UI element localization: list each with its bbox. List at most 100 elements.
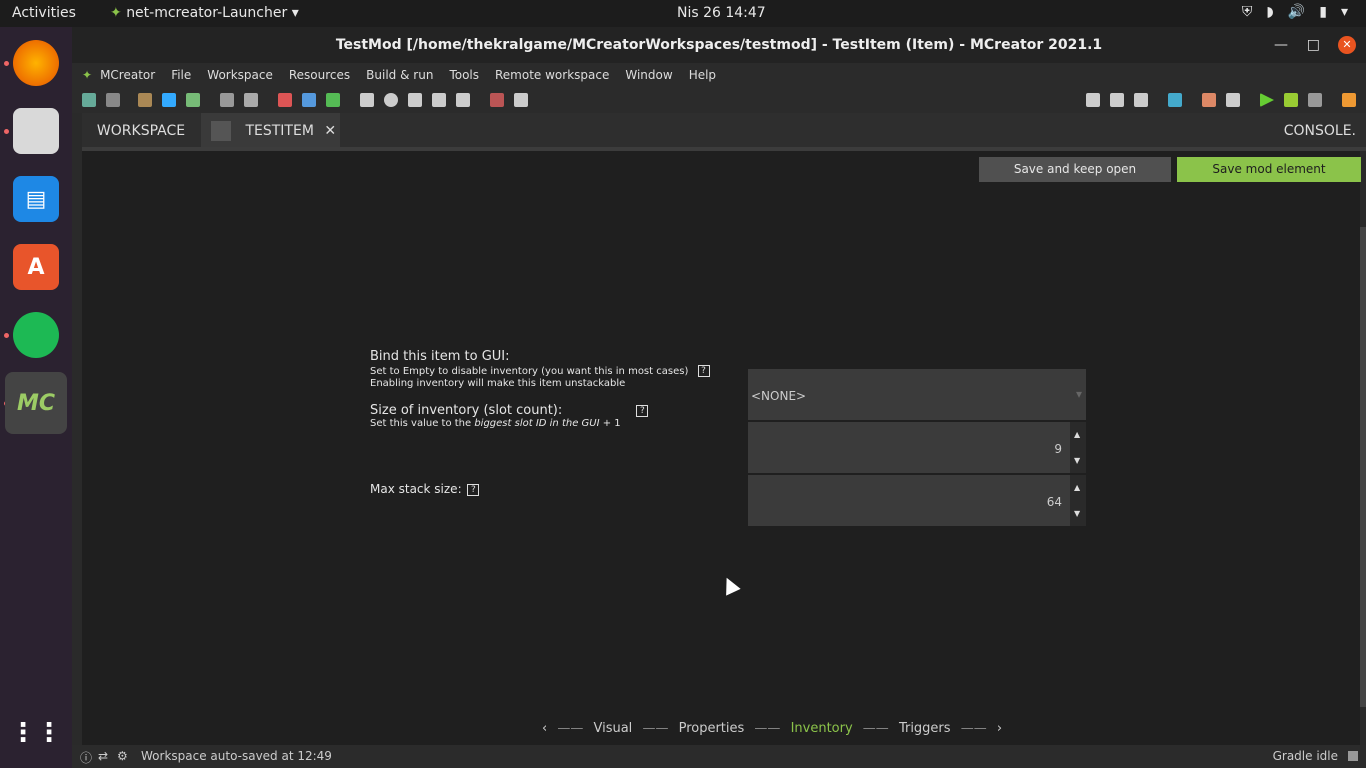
model-icon[interactable]: [220, 93, 234, 107]
tab-bar: WORKSPACE TESTITEM ✕ CONSOLE.: [82, 113, 1366, 151]
import-icon[interactable]: [138, 93, 152, 107]
max-stack-spinner[interactable]: 64 ▲ ▼: [748, 475, 1086, 526]
folder-icon[interactable]: [1168, 93, 1182, 107]
app-menu-label: net-mcreator-Launcher: [126, 5, 288, 21]
bind-gui-desc-text: Set to Empty to disable inventory (you w…: [370, 366, 689, 377]
menu-build-run[interactable]: Build & run: [366, 68, 433, 82]
help-icon[interactable]: ?: [697, 365, 710, 377]
scrollbar[interactable]: [1360, 227, 1366, 707]
gear-icon[interactable]: ⚙: [117, 749, 128, 763]
run-icon[interactable]: [1260, 93, 1274, 107]
shield-icon[interactable]: ⛨: [1242, 4, 1253, 20]
run-server-icon[interactable]: [1284, 93, 1298, 107]
menu-mcreator[interactable]: MCreator: [100, 68, 155, 82]
inventory-size-desc-italic: biggest slot ID in the GUI: [474, 418, 600, 429]
maximize-button[interactable]: □: [1307, 27, 1320, 63]
menu-resources[interactable]: Resources: [289, 68, 350, 82]
texture-icon[interactable]: [186, 93, 200, 107]
info-icon[interactable]: ⓘ: [80, 749, 92, 766]
system-tray[interactable]: ⛨ ◗ 🔊 ▮ ▾: [1242, 4, 1348, 20]
divider: ——: [862, 721, 889, 736]
page-navigator: ‹ —— Visual —— Properties —— Inventory —…: [542, 721, 1002, 736]
left-gutter: [72, 113, 82, 745]
files-icon[interactable]: [13, 108, 59, 154]
chevron-down-icon[interactable]: ▾: [1341, 4, 1348, 20]
clock[interactable]: Nis 26 14:47: [677, 5, 766, 21]
image-editor-icon[interactable]: [106, 93, 120, 107]
spin-up-icon[interactable]: ▲: [1074, 430, 1080, 439]
spotify-icon[interactable]: [13, 312, 59, 358]
status-bar: ⓘ ⇄ ⚙ Workspace auto-saved at 12:49 Grad…: [72, 745, 1366, 768]
save-mod-element-button[interactable]: Save mod element: [1177, 157, 1361, 182]
software-icon[interactable]: A: [13, 244, 59, 290]
menu-bar: ✦ MCreator File Workspace Resources Buil…: [72, 63, 1366, 87]
tool-f-icon[interactable]: [490, 93, 504, 107]
next-page-icon[interactable]: ›: [997, 721, 1002, 736]
bind-gui-value: <NONE>: [751, 389, 807, 403]
grid-red-icon[interactable]: [278, 93, 292, 107]
tab-workspace[interactable]: WORKSPACE: [82, 113, 200, 151]
tool-c-icon[interactable]: [408, 93, 422, 107]
inventory-size-desc: Set this value to the biggest slot ID in…: [370, 418, 621, 429]
spin-down-icon[interactable]: ▼: [1074, 509, 1080, 518]
structure-icon[interactable]: [244, 93, 258, 107]
stop-icon[interactable]: [1308, 93, 1322, 107]
menu-file[interactable]: File: [171, 68, 191, 82]
page-triggers[interactable]: Triggers: [899, 721, 951, 736]
menu-workspace[interactable]: Workspace: [207, 68, 273, 82]
push-icon[interactable]: [1134, 93, 1148, 107]
close-tab-icon[interactable]: ✕: [324, 123, 336, 139]
tool-a-icon[interactable]: [360, 93, 374, 107]
menu-help[interactable]: Help: [689, 68, 716, 82]
close-button[interactable]: ✕: [1338, 36, 1356, 54]
eraser-icon[interactable]: [1202, 93, 1216, 107]
window-titlebar[interactable]: TestMod [/home/thekralgame/MCreatorWorks…: [72, 27, 1366, 63]
spin-down-icon[interactable]: ▼: [1074, 456, 1080, 465]
help-icon[interactable]: ?: [636, 404, 649, 417]
page-inventory[interactable]: Inventory: [791, 721, 853, 736]
menu-remote-workspace[interactable]: Remote workspace: [495, 68, 609, 82]
inventory-size-spinner[interactable]: 9 ▲ ▼: [748, 422, 1086, 473]
bind-gui-desc-line1: Set to Empty to disable inventory (you w…: [370, 365, 710, 377]
volume-icon[interactable]: 🔊: [1288, 4, 1305, 20]
writer-icon[interactable]: ▤: [13, 176, 59, 222]
show-apps-icon[interactable]: ⋮⋮: [10, 710, 62, 756]
running-indicator: [4, 333, 9, 338]
sound-icon[interactable]: [162, 93, 176, 107]
menu-window[interactable]: Window: [625, 68, 672, 82]
new-element-icon[interactable]: [82, 93, 96, 107]
export-icon[interactable]: [1342, 93, 1356, 107]
page-visual[interactable]: Visual: [593, 721, 632, 736]
tab-testitem[interactable]: TESTITEM ✕: [201, 113, 340, 151]
activities-button[interactable]: Activities: [12, 5, 76, 21]
menu-tools[interactable]: Tools: [449, 68, 479, 82]
help-icon[interactable]: ?: [467, 483, 480, 496]
battery-icon[interactable]: ▮: [1319, 4, 1327, 20]
bind-gui-dropdown[interactable]: <NONE> ▾: [748, 369, 1086, 420]
minimize-button[interactable]: —: [1274, 27, 1288, 63]
tool-b-icon[interactable]: [384, 93, 398, 107]
pull-icon[interactable]: [1110, 93, 1124, 107]
mcreator-dock-icon[interactable]: MC: [5, 372, 67, 434]
save-keep-open-button[interactable]: Save and keep open: [979, 157, 1171, 182]
pen-icon[interactable]: [514, 93, 528, 107]
stop-gradle-icon[interactable]: [1348, 751, 1358, 761]
grid-blue-icon[interactable]: [302, 93, 316, 107]
gradle-status: Gradle idle: [1272, 749, 1338, 763]
tool-e-icon[interactable]: [456, 93, 470, 107]
spin-up-icon[interactable]: ▲: [1074, 483, 1080, 492]
app-menu[interactable]: ✦ net-mcreator-Launcher ▾: [110, 5, 299, 21]
firefox-icon[interactable]: [13, 40, 59, 86]
prev-page-icon[interactable]: ‹: [542, 721, 547, 736]
tab-console[interactable]: CONSOLE.: [1284, 113, 1356, 151]
wifi-icon[interactable]: ◗: [1266, 4, 1273, 20]
git-icon[interactable]: [1086, 93, 1100, 107]
spinner-buttons: ▲ ▼: [1070, 475, 1086, 526]
sync-icon[interactable]: ⇄: [98, 749, 108, 763]
tool-d-icon[interactable]: [432, 93, 446, 107]
grid-green-icon[interactable]: [326, 93, 340, 107]
inventory-size-value: 9: [1054, 442, 1062, 456]
build-hammer-icon[interactable]: [1226, 93, 1240, 107]
inventory-size-desc-prefix: Set this value to the: [370, 418, 475, 429]
page-properties[interactable]: Properties: [679, 721, 745, 736]
